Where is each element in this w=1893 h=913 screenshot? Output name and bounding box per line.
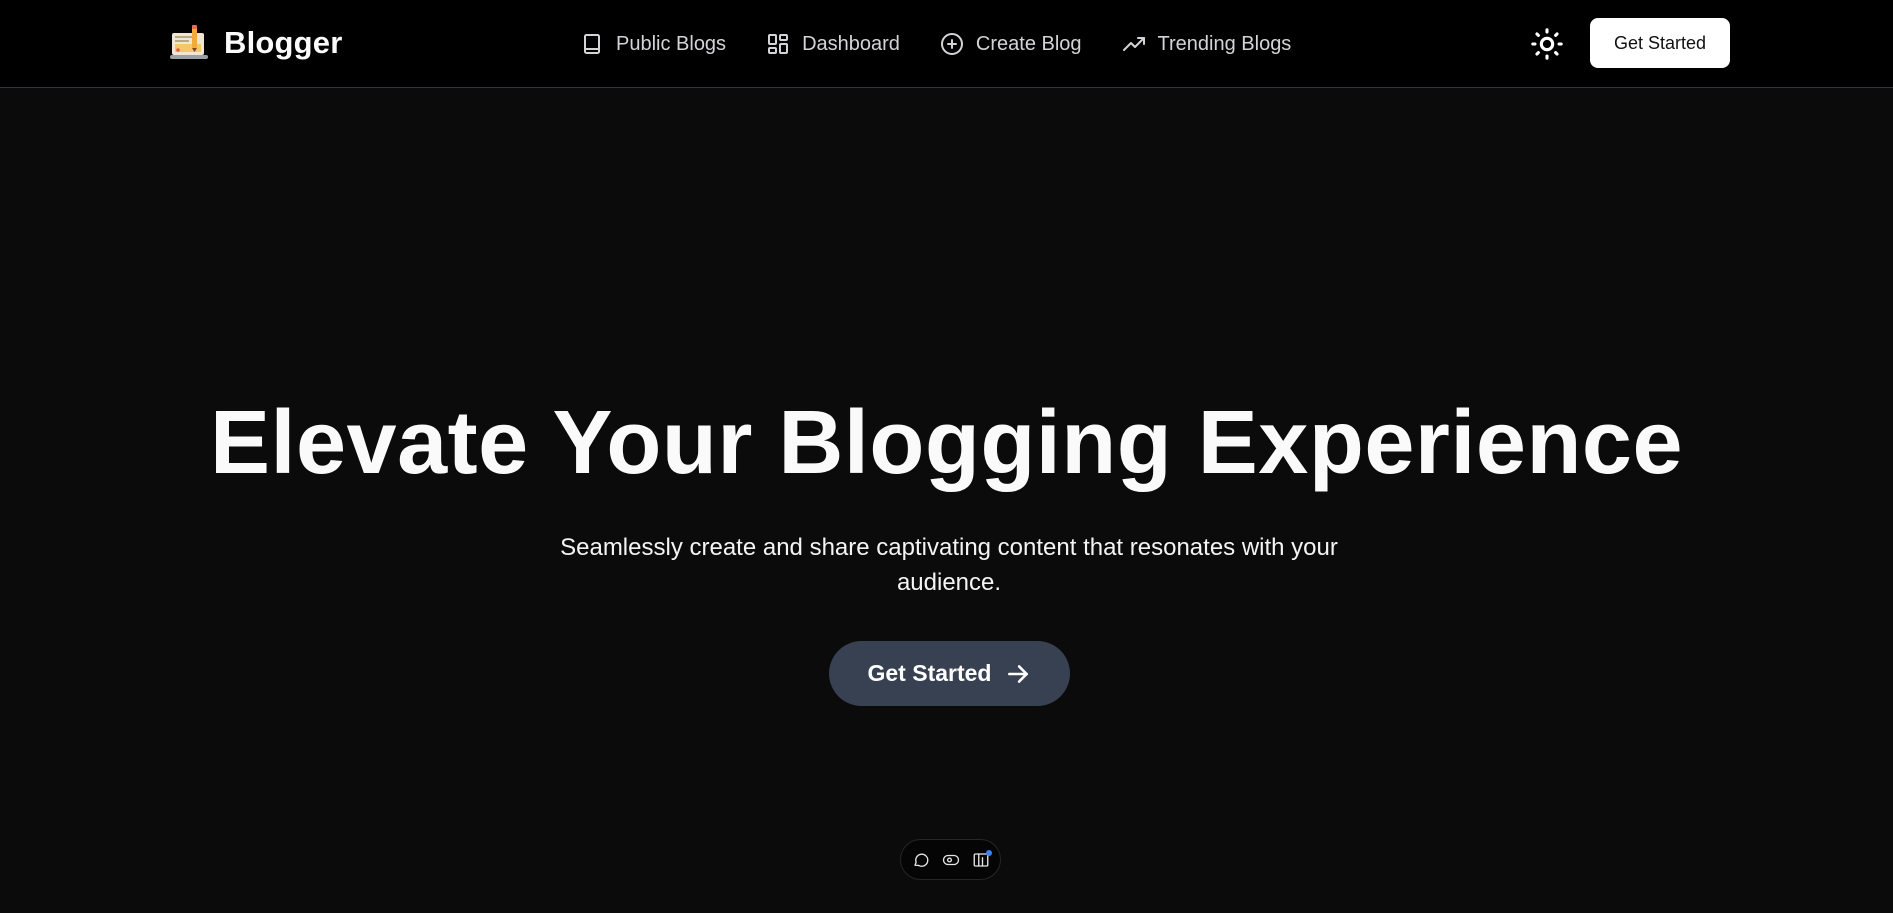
- nav-label: Public Blogs: [616, 32, 727, 55]
- hero-get-started-button[interactable]: Get Started: [829, 641, 1070, 706]
- theme-toggle-button[interactable]: [1528, 25, 1566, 63]
- message-icon: [913, 853, 928, 867]
- book-icon: [584, 34, 600, 54]
- layout-dashboard-icon: [768, 34, 789, 54]
- plus-circle-icon: [940, 33, 963, 55]
- nav-item-public-blogs[interactable]: Public Blogs: [580, 32, 726, 56]
- nav-label: Dashboard: [802, 32, 900, 55]
- eye-toggle-icon: [942, 854, 959, 865]
- top-navbar: Blogger Public Blogs Dashboard Create Bl…: [0, 0, 1893, 88]
- hero-cta-label: Get Started: [867, 660, 992, 686]
- toolbar-panel-button[interactable]: [972, 849, 992, 869]
- main-nav: Public Blogs Dashboard Create Blog Trend…: [580, 24, 1291, 64]
- toolbar-preview-button[interactable]: [942, 851, 960, 869]
- sun-icon: [1531, 28, 1563, 60]
- nav-item-trending-blogs[interactable]: Trending Blogs: [1122, 32, 1292, 56]
- nav-label: Create Blog: [975, 32, 1082, 55]
- arrow-right-icon: [1008, 664, 1029, 683]
- hero-title: Elevate Your Blogging Experience: [209, 393, 1684, 493]
- nav-item-dashboard[interactable]: Dashboard: [766, 32, 900, 56]
- header-get-started-button[interactable]: Get Started: [1590, 18, 1730, 68]
- nav-item-create-blog[interactable]: Create Blog: [940, 32, 1082, 56]
- toolbar-comments-button[interactable]: [912, 851, 930, 869]
- brand-link[interactable]: Blogger: [168, 20, 343, 66]
- nav-label: Trending Blogs: [1157, 32, 1292, 55]
- hero-subtitle: Seamlessly create and share captivating …: [560, 534, 1338, 596]
- dev-toolbar: [900, 839, 1001, 880]
- trending-up-icon: [1122, 37, 1145, 51]
- laptop-pencil-icon: [170, 25, 208, 59]
- notification-dot: [985, 849, 992, 856]
- brand-name: Blogger: [224, 25, 343, 60]
